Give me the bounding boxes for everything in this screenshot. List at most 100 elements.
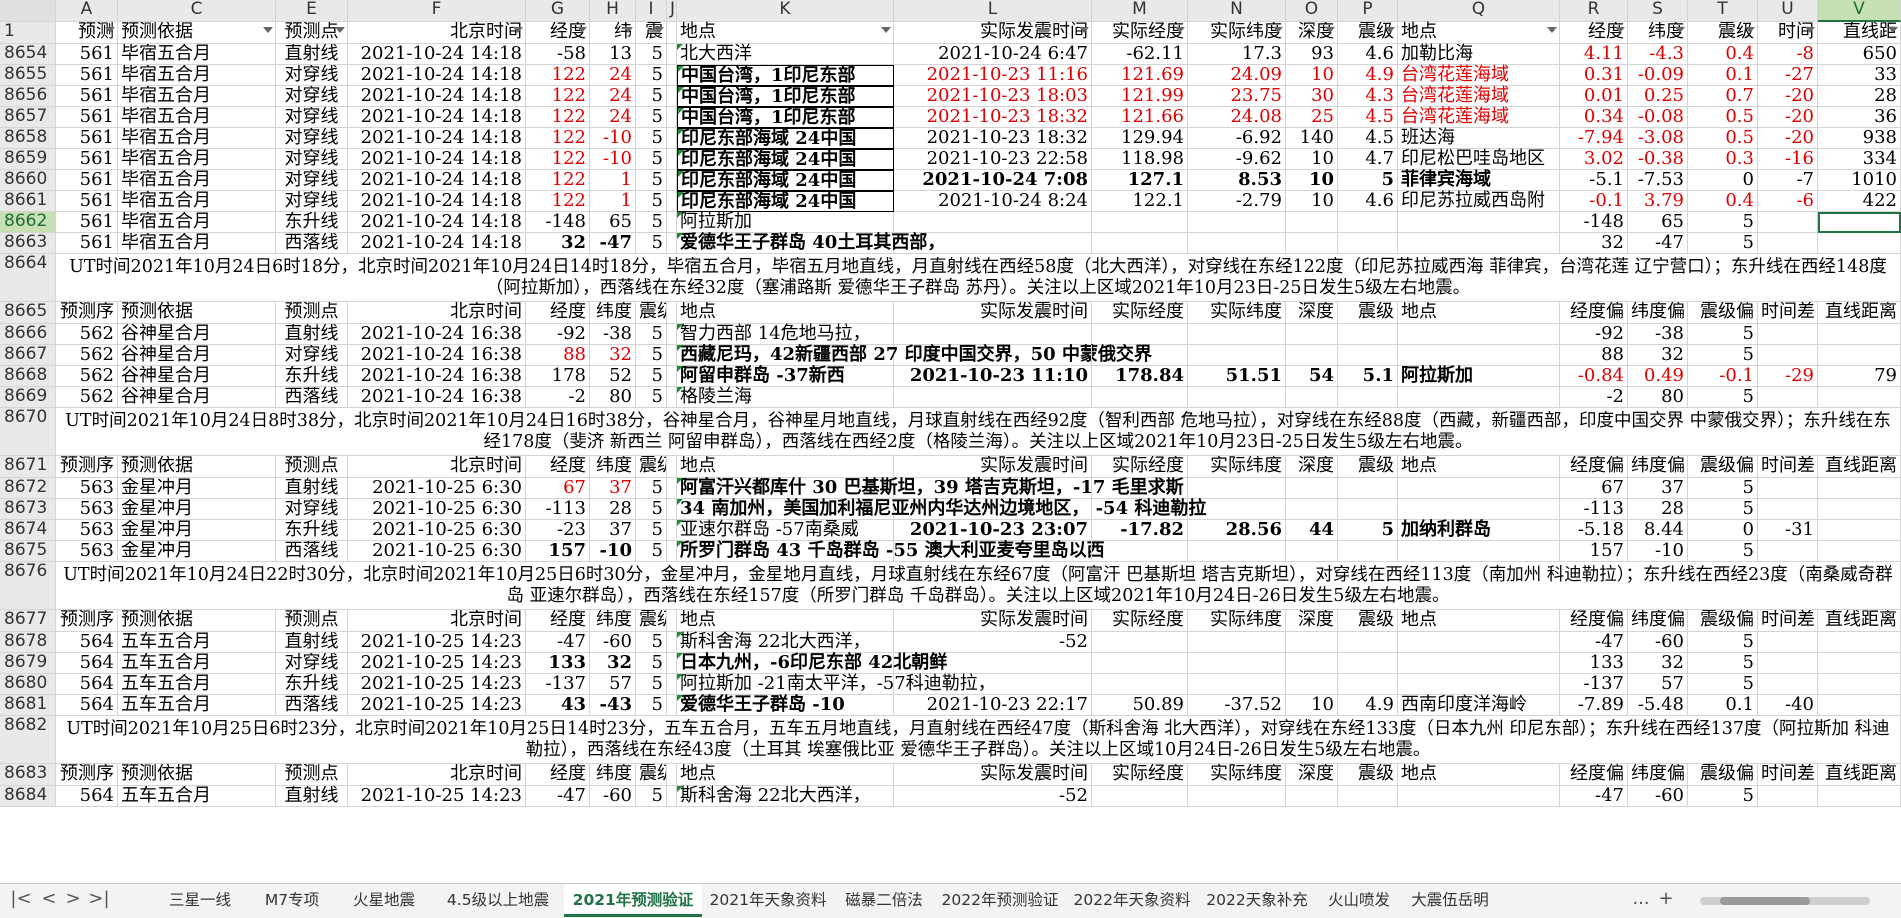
cell-P[interactable] bbox=[1338, 541, 1398, 562]
cell-Q[interactable] bbox=[1398, 653, 1560, 674]
cell-M[interactable] bbox=[1092, 541, 1188, 562]
cell-F[interactable]: 2021-10-24 16:38 bbox=[348, 345, 526, 366]
cell-N[interactable] bbox=[1188, 212, 1286, 233]
cell-I[interactable]: 5 bbox=[636, 65, 667, 86]
cell-E[interactable]: 西落线 bbox=[276, 233, 348, 254]
cell-E[interactable]: 对穿线 bbox=[276, 86, 348, 107]
cell-R[interactable]: 经度 bbox=[1560, 22, 1628, 44]
column-header-H[interactable]: H bbox=[590, 0, 636, 22]
row-header[interactable]: 8673 bbox=[0, 499, 56, 520]
row-header[interactable]: 8677 bbox=[0, 610, 56, 632]
cell-V[interactable] bbox=[1818, 674, 1901, 695]
cell-E[interactable]: 预测点 bbox=[276, 302, 348, 324]
cell-E[interactable]: 直射线 bbox=[276, 632, 348, 653]
cell-K[interactable]: 亚速尔群岛 -57南桑威 bbox=[677, 520, 894, 541]
cell-I[interactable]: 5 bbox=[636, 107, 667, 128]
cell-P[interactable] bbox=[1338, 478, 1398, 499]
cell-E[interactable]: 对穿线 bbox=[276, 107, 348, 128]
cell-T[interactable]: 震级偏 bbox=[1688, 610, 1758, 632]
cell-P[interactable]: 震级 bbox=[1338, 456, 1398, 478]
cell-I[interactable]: 5 bbox=[636, 653, 667, 674]
cell-Q[interactable]: 阿拉斯加 bbox=[1398, 366, 1560, 387]
cell-N[interactable] bbox=[1188, 387, 1286, 408]
cell-F[interactable]: 北京时间 bbox=[348, 302, 526, 324]
cell-T[interactable]: 5 bbox=[1688, 632, 1758, 653]
cell-A[interactable]: 562 bbox=[56, 324, 118, 345]
cell-A[interactable]: 563 bbox=[56, 499, 118, 520]
cell-G[interactable]: -2 bbox=[526, 387, 590, 408]
cell-Q[interactable]: 台湾花莲海域 bbox=[1398, 65, 1560, 86]
cell-N[interactable] bbox=[1188, 653, 1286, 674]
row-header[interactable]: 8663 bbox=[0, 233, 56, 254]
cell-G[interactable]: -113 bbox=[526, 499, 590, 520]
column-header-O[interactable]: O bbox=[1286, 0, 1338, 22]
cell-A[interactable]: 预测序 bbox=[56, 610, 118, 632]
cell-T[interactable]: 0.1 bbox=[1688, 695, 1758, 716]
cell-N[interactable] bbox=[1188, 345, 1286, 366]
cell-P[interactable]: 4.6 bbox=[1338, 191, 1398, 212]
cell-N[interactable] bbox=[1188, 233, 1286, 254]
cell-O[interactable] bbox=[1286, 499, 1338, 520]
row-header[interactable]: 8676 bbox=[0, 562, 56, 610]
cell-N[interactable]: 17.3 bbox=[1188, 44, 1286, 65]
filter-dropdown-icon[interactable] bbox=[1615, 27, 1625, 33]
cell-M[interactable]: 178.84 bbox=[1092, 366, 1188, 387]
row-header[interactable]: 8675 bbox=[0, 541, 56, 562]
cell-G[interactable]: -47 bbox=[526, 786, 590, 807]
cell-S[interactable]: 纬度偏 bbox=[1628, 764, 1688, 786]
cell-J[interactable] bbox=[667, 520, 677, 541]
cell-E[interactable]: 对穿线 bbox=[276, 345, 348, 366]
cell-I[interactable]: 5 bbox=[636, 86, 667, 107]
cell-T[interactable]: 震级偏 bbox=[1688, 764, 1758, 786]
cell-U[interactable]: -16 bbox=[1758, 149, 1818, 170]
cell-V[interactable] bbox=[1818, 541, 1901, 562]
cell-Q[interactable]: 地点 bbox=[1398, 610, 1560, 632]
cell-M[interactable]: 121.99 bbox=[1092, 86, 1188, 107]
cell-N[interactable]: 24.09 bbox=[1188, 65, 1286, 86]
cell-K[interactable]: 阿拉斯加 bbox=[677, 212, 894, 233]
cell-A[interactable]: 561 bbox=[56, 149, 118, 170]
cell-V[interactable] bbox=[1818, 345, 1901, 366]
cell-M[interactable]: -17.82 bbox=[1092, 520, 1188, 541]
cell-K[interactable]: 西藏尼玛，42新疆西部 27 印度中国交界，50 中蒙俄交界 bbox=[677, 345, 1152, 366]
cell-T[interactable]: 5 bbox=[1688, 212, 1758, 233]
cell-S[interactable]: -0.08 bbox=[1628, 107, 1688, 128]
cell-F[interactable]: 2021-10-25 14:23 bbox=[348, 786, 526, 807]
cell-F[interactable]: 2021-10-24 14:18 bbox=[348, 128, 526, 149]
sheet-tab[interactable]: 2022年预测验证 bbox=[934, 884, 1066, 917]
filter-dropdown-icon[interactable] bbox=[1325, 27, 1335, 33]
add-sheet-icon[interactable]: + bbox=[1655, 888, 1677, 909]
cell-I[interactable]: 5 bbox=[636, 170, 667, 191]
cell-L[interactable]: 2021-10-23 11:10 bbox=[894, 366, 1092, 387]
filter-dropdown-icon[interactable] bbox=[1888, 27, 1898, 33]
cell-S[interactable]: -38 bbox=[1628, 324, 1688, 345]
sheet-tab[interactable]: 2021年天象资料 bbox=[702, 884, 834, 917]
cell-U[interactable] bbox=[1758, 632, 1818, 653]
cell-F[interactable]: 2021-10-24 14:18 bbox=[348, 212, 526, 233]
cell-L[interactable]: -52 bbox=[894, 632, 1092, 653]
cell-U[interactable] bbox=[1758, 233, 1818, 254]
cell-U[interactable]: 时间差 bbox=[1758, 610, 1818, 632]
cell-E[interactable]: 直射线 bbox=[276, 324, 348, 345]
row-header[interactable]: 8656 bbox=[0, 86, 56, 107]
cell-A[interactable]: 预测序 bbox=[56, 764, 118, 786]
cell-M[interactable]: 50.89 bbox=[1092, 695, 1188, 716]
cell-P[interactable] bbox=[1338, 674, 1398, 695]
cell-O[interactable]: 44 bbox=[1286, 520, 1338, 541]
row-header[interactable]: 8660 bbox=[0, 170, 56, 191]
cell-R[interactable]: -47 bbox=[1560, 632, 1628, 653]
sheet-tab[interactable]: 4.5级以上地震 bbox=[432, 884, 564, 917]
cell-J[interactable] bbox=[667, 366, 677, 387]
active-cell[interactable] bbox=[1818, 212, 1901, 233]
more-tabs-icon[interactable]: ... bbox=[1630, 888, 1652, 909]
cell-L[interactable] bbox=[894, 653, 1092, 674]
cell-P[interactable] bbox=[1338, 786, 1398, 807]
cell-O[interactable] bbox=[1286, 632, 1338, 653]
cell-A[interactable]: 561 bbox=[56, 86, 118, 107]
cell-O[interactable]: 140 bbox=[1286, 128, 1338, 149]
cell-M[interactable] bbox=[1092, 324, 1188, 345]
cell-G[interactable]: 157 bbox=[526, 541, 590, 562]
cell-M[interactable] bbox=[1092, 632, 1188, 653]
cell-J[interactable] bbox=[667, 107, 677, 128]
cell-L[interactable] bbox=[894, 478, 1092, 499]
